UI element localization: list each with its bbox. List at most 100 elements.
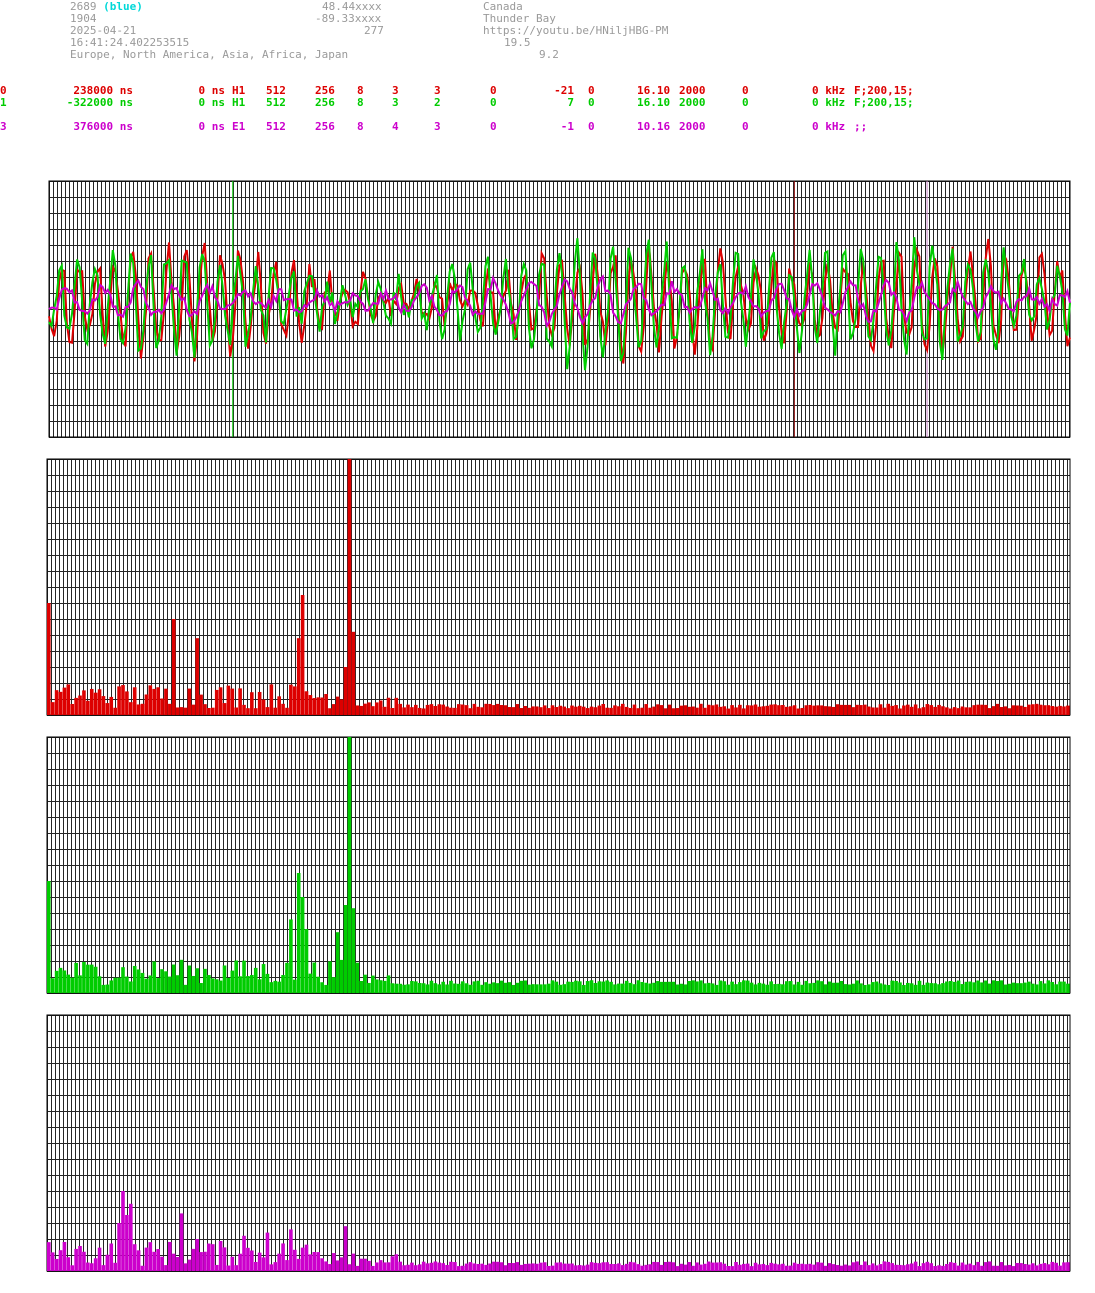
spectrum-0-bar xyxy=(890,705,894,715)
spectrum-0-bar xyxy=(617,706,621,715)
spectrum-1-bar xyxy=(464,983,469,993)
spectrum-1-bar xyxy=(476,980,481,993)
spectrum-0-bar xyxy=(531,706,535,715)
spectrum-0-bar xyxy=(894,705,898,715)
spectrum-1-bar xyxy=(1054,984,1058,993)
spectrum-2-bar xyxy=(1030,1263,1035,1271)
spectrum-0-bar xyxy=(847,704,852,715)
spectrum-0-bar xyxy=(578,705,582,715)
spectrum-0-bar xyxy=(839,704,844,715)
spectrum-0-bar xyxy=(660,705,664,715)
spectrum-1-bar xyxy=(214,979,219,993)
spectrum-1-bar xyxy=(117,977,121,993)
spectrum-1-bar xyxy=(398,983,403,993)
spectrum-1-bar xyxy=(191,975,196,993)
spectrum-1-bar xyxy=(976,980,980,993)
spectrum-2-bar xyxy=(468,1262,473,1271)
spectrum-2-bar xyxy=(62,1241,67,1271)
spectrum-0-bar xyxy=(82,690,86,715)
spectrum-2-bar xyxy=(66,1257,71,1271)
spectrum-2-bar xyxy=(351,1253,356,1271)
spectrum-0-bar xyxy=(496,703,500,715)
spectrum-0-bar xyxy=(484,703,488,715)
spectrum-0-bar xyxy=(601,703,606,715)
spectrum-1-bar xyxy=(62,970,67,993)
spectrum-1-bar xyxy=(909,983,914,993)
spectrum-1-bar xyxy=(523,980,527,993)
spectrum-0-bar xyxy=(804,705,809,715)
spectrum-0-bar xyxy=(777,705,781,715)
spectrum-1-bar xyxy=(320,982,324,993)
spectrum-0-bar xyxy=(499,705,504,715)
spectrum-2-bar xyxy=(105,1254,110,1271)
spectrum-2-bar xyxy=(913,1261,918,1271)
spectrum-0-bar xyxy=(742,708,746,715)
spectrum-0-bar xyxy=(1046,705,1051,715)
spectrum-1-bar xyxy=(441,981,445,993)
spectrum-1-bar xyxy=(269,982,274,993)
spectrum-1-bar xyxy=(644,982,648,993)
spectrum-1-bar xyxy=(578,981,582,993)
spectrum-1-bar xyxy=(792,984,797,993)
spectrum-0-bar xyxy=(191,704,196,715)
spectrum-0-bar xyxy=(667,704,672,715)
spectrum-1-bar xyxy=(574,980,578,993)
spectrum-2-bar xyxy=(874,1265,879,1271)
spectrum-2-bar xyxy=(218,1240,223,1271)
spectrum-1-bar xyxy=(738,982,742,993)
spectrum-1-bar xyxy=(839,980,844,993)
spectrum-0-bar xyxy=(101,696,106,715)
spectrum-2-bar xyxy=(371,1265,375,1271)
spectrum-2-bar xyxy=(347,1264,352,1271)
spectrum-2-bar xyxy=(1058,1265,1062,1271)
spectrum-1-bar xyxy=(546,983,551,993)
spectrum-2-bar xyxy=(831,1264,836,1271)
spectrum-1-bar xyxy=(456,983,461,993)
spectrum-0-bar xyxy=(952,707,957,715)
spectrum-2-bar xyxy=(765,1265,770,1271)
spectrum-2-bar xyxy=(164,1265,168,1271)
spectrum-2-bar xyxy=(312,1251,317,1271)
spectrum-0-bar xyxy=(437,704,442,715)
spectrum-2-bar xyxy=(1034,1265,1039,1271)
spectrum-0-bar xyxy=(406,704,410,715)
spectrum-1-bar xyxy=(894,980,898,993)
spectrum-0-bar xyxy=(324,694,328,715)
spectrum-0-bar xyxy=(234,707,239,715)
spectrum-1-bar xyxy=(636,980,641,993)
spectrum-2-bar xyxy=(687,1262,691,1271)
spectrum-2-bar xyxy=(613,1264,617,1271)
spectrum-1-bar xyxy=(382,980,387,993)
spectrum-0-bar xyxy=(937,704,941,715)
spectrum-0-bar xyxy=(749,705,754,715)
spectrum-2-bar xyxy=(671,1262,676,1271)
spectrum-2-bar xyxy=(695,1262,699,1271)
spectrum-0-bar xyxy=(156,687,160,715)
spectrum-0-bar xyxy=(210,707,215,715)
spectrum-1-bar xyxy=(886,984,891,993)
spectrum-2-bar xyxy=(902,1265,906,1271)
spectrum-1-bar xyxy=(402,984,406,993)
spectrum-2-bar xyxy=(808,1263,812,1271)
spectrum-1-bar xyxy=(784,981,789,993)
spectrum-2-bar xyxy=(58,1250,63,1271)
spectrum-1-bar xyxy=(843,984,848,993)
spectrum-0-bar xyxy=(1011,705,1016,715)
spectrum-0-bar xyxy=(925,704,930,715)
spectrum-2-bar xyxy=(226,1265,231,1271)
spectrum-2-bar xyxy=(824,1265,828,1271)
spectrum-1-bar xyxy=(296,873,301,993)
spectrum-0-bar xyxy=(581,706,586,715)
spectrum-0-bar xyxy=(441,704,445,715)
spectrum-0-bar xyxy=(644,704,648,715)
spectrum-0-bar xyxy=(414,704,418,715)
spectrum-1-bar xyxy=(851,983,855,993)
spectrum-2-bar xyxy=(332,1253,336,1271)
spectrum-0-bar xyxy=(472,703,477,715)
spectrum-2-bar xyxy=(1046,1264,1051,1271)
spectrum-1-bar xyxy=(995,981,1000,993)
spectrum-0-bar xyxy=(831,706,836,715)
spectrum-2-bar xyxy=(558,1262,563,1271)
spectrum-2-bar xyxy=(675,1266,680,1271)
spectrum-0-bar xyxy=(941,706,945,715)
